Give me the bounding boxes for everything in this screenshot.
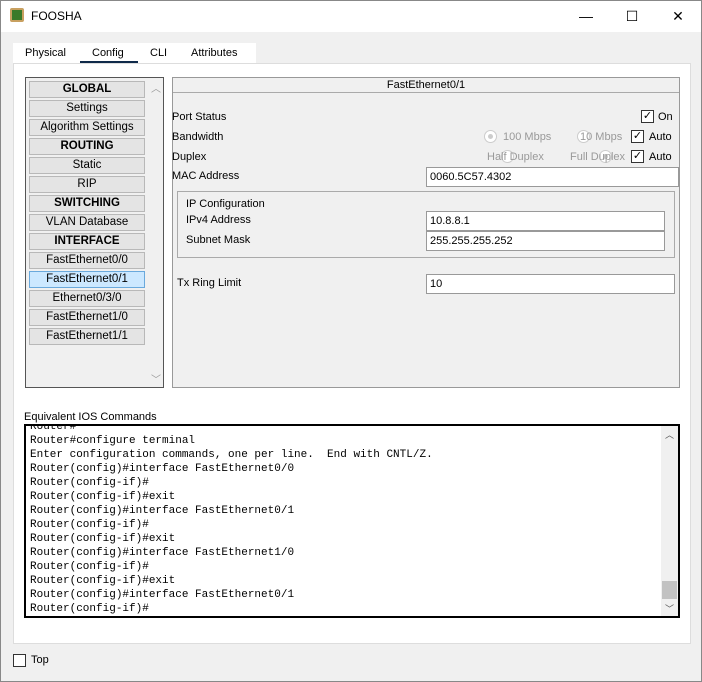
ios-line: Router(config-if)# — [30, 603, 149, 615]
full-duplex-label: Full Duplex — [570, 151, 626, 163]
sidebar-item-fastethernet1-0[interactable]: FastEthernet1/0 — [29, 309, 145, 326]
console-scrollbar[interactable]: ︿ ﹀ — [661, 426, 678, 616]
mac-address-label: MAC Address — [172, 170, 240, 182]
sidebar-item-vlan-database[interactable]: VLAN Database — [29, 214, 145, 231]
sidebar-item-fastethernet1-1[interactable]: FastEthernet1/1 — [29, 328, 145, 345]
sidebar-item-algorithm-settings[interactable]: Algorithm Settings — [29, 119, 145, 136]
sidebar-header-switching: SWITCHING — [29, 195, 145, 212]
maximize-button[interactable]: ☐ — [609, 1, 655, 31]
sidebar-header-global: GLOBAL — [29, 81, 145, 98]
ios-line: Router(config-if)# — [30, 561, 149, 573]
ios-line: Router(config-if)#exit — [30, 533, 176, 545]
ios-line: Router#configure terminal — [30, 435, 196, 447]
bw-10-label: 10 Mbps — [580, 131, 623, 143]
ios-line: Router# — [30, 424, 77, 433]
sidebar: GLOBAL Settings Algorithm Settings ROUTI… — [25, 77, 164, 388]
ip-configuration-label: IP Configuration — [186, 198, 265, 210]
ios-line: Router(config-if)#exit — [30, 575, 176, 587]
tab-config[interactable]: Config — [92, 47, 124, 59]
mac-address-input[interactable]: 0060.5C57.4302 — [426, 167, 679, 187]
ios-command-lines: Router# Router#configure terminal Enter co… — [30, 424, 433, 616]
sidebar-item-rip[interactable]: RIP — [29, 176, 145, 193]
tab-physical[interactable]: Physical — [25, 47, 66, 59]
ipv4-address-label: IPv4 Address — [186, 214, 251, 226]
close-button[interactable]: ✕ — [655, 1, 701, 31]
sidebar-header-interface: INTERFACE — [29, 233, 145, 250]
app-icon — [10, 8, 24, 22]
ios-line: Enter configuration commands, one per li… — [30, 449, 433, 461]
bw-100-radio[interactable] — [484, 130, 497, 143]
tab-attributes[interactable]: Attributes — [191, 47, 237, 59]
sidebar-item-static[interactable]: Static — [29, 157, 145, 174]
subnet-mask-input[interactable]: 255.255.255.252 — [426, 231, 665, 251]
duplex-auto-checkbox[interactable]: ✓ — [631, 150, 644, 163]
bw-auto-checkbox[interactable]: ✓ — [631, 130, 644, 143]
sidebar-header-routing: ROUTING — [29, 138, 145, 155]
ios-line: Router(config)#interface FastEthernet1/0 — [30, 547, 295, 559]
port-status-checkbox[interactable]: ✓ — [641, 110, 654, 123]
top-label: Top — [31, 654, 49, 666]
scroll-up-icon[interactable]: ︿ — [151, 80, 161, 95]
top-checkbox[interactable] — [13, 654, 26, 667]
ipv4-address-input[interactable]: 10.8.8.1 — [426, 211, 665, 231]
ios-commands-label: Equivalent IOS Commands — [24, 411, 157, 423]
scrollbar-thumb[interactable] — [662, 581, 677, 599]
duplex-label: Duplex — [172, 151, 207, 163]
port-status-on-label: On — [658, 111, 673, 123]
bw-100-label: 100 Mbps — [503, 131, 552, 143]
ios-line: Router(config)#interface FastEthernet0/0 — [30, 463, 295, 475]
ios-line: Router(config-if)# — [30, 519, 149, 531]
tx-ring-limit-input[interactable]: 10 — [426, 274, 675, 294]
ios-line: Router(config-if)# — [30, 477, 149, 489]
bw-auto-label: Auto — [649, 131, 672, 143]
scroll-down-icon[interactable]: ﹀ — [151, 371, 161, 386]
sidebar-scrollbar[interactable]: ︿ ﹀ — [147, 78, 163, 387]
ios-line: Router(config)#interface FastEthernet0/1 — [30, 589, 295, 601]
ios-commands-console[interactable]: Router# Router#configure terminal Enter co… — [24, 424, 680, 618]
subnet-mask-label: Subnet Mask — [186, 234, 251, 246]
half-duplex-label: Half Duplex — [487, 151, 544, 163]
sidebar-item-settings[interactable]: Settings — [29, 100, 145, 117]
sidebar-item-ethernet0-3-0[interactable]: Ethernet0/3/0 — [29, 290, 145, 307]
tx-ring-limit-label: Tx Ring Limit — [177, 277, 242, 289]
duplex-auto-label: Auto — [649, 151, 672, 163]
bandwidth-label: Bandwidth — [172, 131, 224, 143]
sidebar-item-fastethernet0-0[interactable]: FastEthernet0/0 — [29, 252, 145, 269]
interface-title: FastEthernet0/1 — [173, 78, 679, 93]
title-bar: FOOSHA — ☐ ✕ — [1, 1, 701, 32]
tab-cli[interactable]: CLI — [150, 47, 167, 59]
ios-line: Router(config)#interface FastEthernet0/1 — [30, 505, 295, 517]
window-title: FOOSHA — [31, 9, 82, 23]
ios-line: Router(config-if)#exit — [30, 491, 176, 503]
minimize-button[interactable]: — — [563, 1, 609, 31]
sidebar-item-fastethernet0-1[interactable]: FastEthernet0/1 — [29, 271, 145, 288]
scroll-up-icon[interactable]: ︿ — [665, 428, 674, 441]
port-status-label: Port Status — [172, 111, 227, 123]
scroll-down-icon[interactable]: ﹀ — [665, 602, 674, 615]
